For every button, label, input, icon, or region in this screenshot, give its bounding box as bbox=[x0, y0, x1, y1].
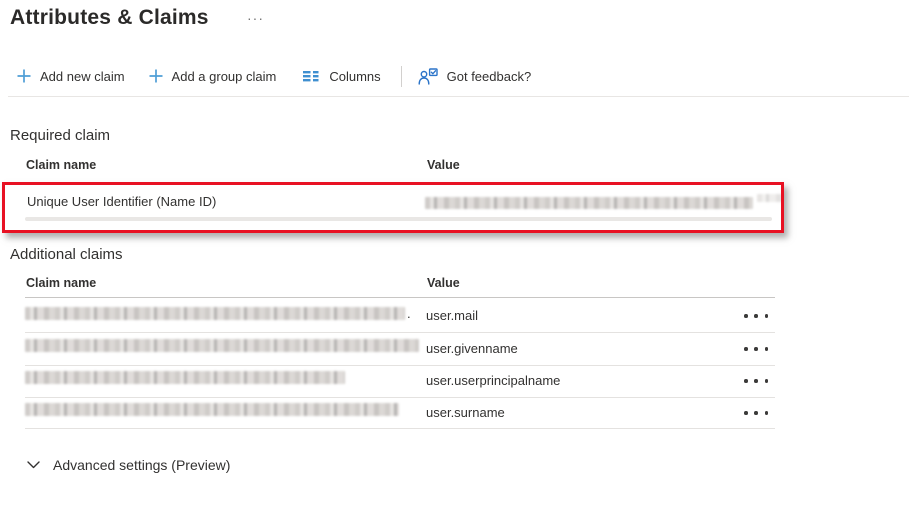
required-claim-redacted-value bbox=[425, 197, 753, 209]
additional-claims-heading: Additional claims bbox=[10, 246, 123, 263]
toolbar-divider bbox=[401, 66, 402, 87]
row-border bbox=[25, 397, 775, 398]
claim-name-truncation: . bbox=[407, 306, 411, 321]
required-claim-row-border bbox=[25, 217, 772, 221]
columns-label: Columns bbox=[329, 69, 380, 84]
row-menu-ellipsis-icon[interactable] bbox=[744, 343, 768, 355]
command-bar: Add new claim Add a group claim Columns bbox=[0, 60, 911, 92]
redacted-claim-name[interactable] bbox=[25, 307, 405, 320]
row-border bbox=[25, 428, 775, 429]
additional-claim-name-column-header: Claim name bbox=[26, 276, 96, 290]
person-feedback-icon bbox=[418, 68, 438, 85]
redacted-claim-name[interactable] bbox=[25, 339, 419, 352]
toolbar-bottom-divider bbox=[8, 96, 909, 97]
add-new-claim-label: Add new claim bbox=[40, 69, 125, 84]
additional-claims-header-border bbox=[25, 297, 775, 298]
claim-value[interactable]: user.givenname bbox=[426, 341, 518, 356]
advanced-settings-toggle[interactable]: Advanced settings (Preview) bbox=[27, 457, 230, 473]
required-value-column-header: Value bbox=[427, 158, 460, 172]
columns-icon bbox=[303, 70, 320, 82]
claim-value[interactable]: user.surname bbox=[426, 405, 505, 420]
redacted-claim-name[interactable] bbox=[25, 371, 345, 384]
redacted-claim-name[interactable] bbox=[25, 403, 399, 416]
required-claim-name-column-header: Claim name bbox=[26, 158, 96, 172]
required-claim-heading: Required claim bbox=[10, 127, 110, 144]
claim-value[interactable]: user.userprincipalname bbox=[426, 373, 560, 388]
plus-icon bbox=[149, 69, 163, 83]
page-title: Attributes & Claims bbox=[10, 6, 209, 30]
add-group-claim-label: Add a group claim bbox=[172, 69, 277, 84]
got-feedback-button[interactable]: Got feedback? bbox=[412, 63, 538, 90]
add-group-claim-button[interactable]: Add a group claim bbox=[143, 64, 283, 89]
row-border bbox=[25, 332, 775, 333]
add-new-claim-button[interactable]: Add new claim bbox=[11, 64, 131, 89]
columns-button[interactable]: Columns bbox=[297, 64, 386, 89]
additional-value-column-header: Value bbox=[427, 276, 460, 290]
chevron-down-icon bbox=[27, 461, 40, 469]
row-border bbox=[25, 365, 775, 366]
claim-value[interactable]: user.mail bbox=[426, 308, 478, 323]
row-menu-ellipsis-icon[interactable] bbox=[744, 407, 768, 419]
plus-icon bbox=[17, 69, 31, 83]
title-more-ellipsis-icon[interactable]: ··· bbox=[247, 10, 264, 26]
got-feedback-label: Got feedback? bbox=[447, 69, 532, 84]
required-claim-row-name-link[interactable]: Unique User Identifier (Name ID) bbox=[27, 194, 216, 209]
row-menu-ellipsis-icon[interactable] bbox=[744, 310, 768, 322]
required-claim-redacted-value-tail bbox=[757, 194, 783, 202]
row-menu-ellipsis-icon[interactable] bbox=[744, 375, 768, 387]
advanced-settings-label: Advanced settings (Preview) bbox=[53, 457, 230, 473]
